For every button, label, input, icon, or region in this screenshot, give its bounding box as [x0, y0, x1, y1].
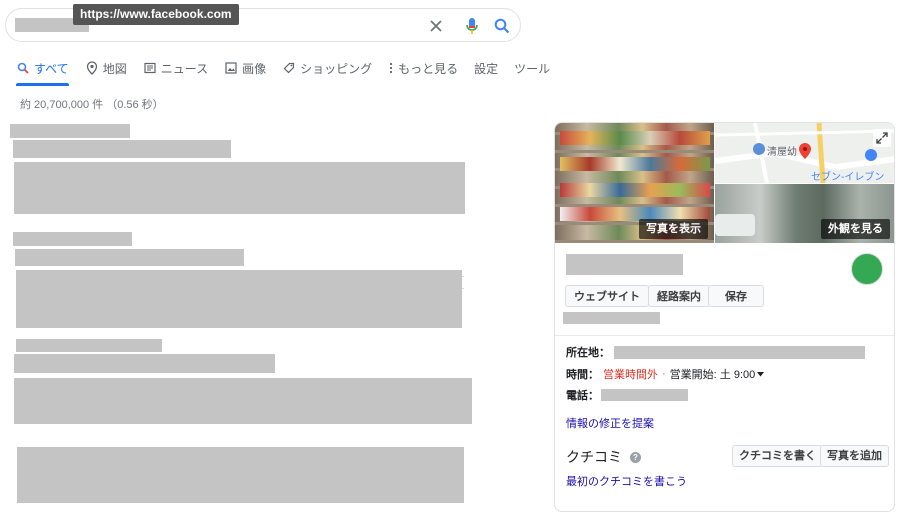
car-decoration — [715, 214, 755, 236]
hours-row: 時間： 営業時間外 · 営業開始: 土 9:00 — [566, 366, 765, 382]
hours-label: 時間： — [566, 369, 599, 381]
result-url-redacted — [10, 124, 130, 138]
category-redacted — [563, 312, 660, 324]
business-logo — [851, 253, 883, 285]
url-tooltip: https://www.facebook.com — [73, 4, 239, 25]
shelf-decoration — [560, 183, 710, 197]
business-name-redacted — [566, 254, 683, 275]
help-icon[interactable]: ? — [630, 451, 641, 463]
phone-label: 電話： — [566, 390, 599, 402]
result-title-redacted[interactable] — [13, 140, 231, 158]
reviews-title: クチコミ ? — [566, 447, 641, 467]
tab-label: ニュース — [160, 61, 209, 76]
store-exterior-photo[interactable]: 外観を見る — [715, 184, 894, 243]
expand-icon[interactable] — [873, 129, 891, 147]
tab-shopping[interactable]: ショッピング — [282, 60, 372, 77]
address-row: 所在地： — [566, 344, 865, 360]
result-snippet-redacted — [17, 447, 464, 503]
store-interior-photo[interactable]: 写真を表示 — [555, 123, 714, 243]
tab-all[interactable]: すべて — [16, 60, 69, 77]
tab-tools[interactable]: ツール — [514, 60, 550, 77]
map-pin-icon — [85, 61, 99, 75]
tab-label: すべて — [34, 61, 69, 76]
hours-separator: · — [662, 368, 666, 380]
tab-settings[interactable]: 設定 — [474, 60, 498, 77]
directions-button[interactable]: 経路案内 — [648, 285, 710, 307]
result-snippet-redacted — [14, 162, 465, 214]
snippet-overflow-dots: .. — [462, 272, 464, 291]
tab-more[interactable]: もっと見る — [388, 60, 458, 77]
caret-down-icon[interactable] — [757, 371, 765, 377]
address-value-redacted[interactable] — [614, 345, 865, 359]
image-icon — [224, 61, 238, 75]
news-icon — [143, 61, 157, 75]
hours-open-time[interactable]: 営業開始: 土 9:00 — [670, 366, 756, 382]
search-icon[interactable] — [492, 16, 512, 36]
tab-images[interactable]: 画像 — [224, 60, 266, 77]
suggest-edit-link[interactable]: 情報の修正を提案 — [566, 415, 654, 431]
view-exterior-label[interactable]: 外観を見る — [821, 219, 890, 239]
tab-news[interactable]: ニュース — [143, 60, 208, 77]
school-icon — [753, 143, 765, 155]
tab-label: もっと見る — [398, 61, 459, 76]
hours-status: 営業時間外 — [603, 369, 658, 381]
result-title-redacted[interactable] — [15, 249, 244, 266]
tab-label: 画像 — [242, 61, 267, 76]
search-tabs: すべて 地図 ニュース 画像 ショッピング もっと見る 設定 ツール — [16, 58, 566, 78]
tab-label: ツール — [514, 61, 551, 76]
result-url-redacted — [16, 339, 162, 352]
add-photo-button[interactable]: 写真を追加 — [820, 445, 889, 467]
map-place-label: 清屋幼 — [767, 147, 797, 158]
tab-label: 設定 — [474, 61, 499, 76]
results-stats: 約 20,700,000 件 （0.56 秒） — [20, 99, 164, 111]
tag-icon — [282, 61, 296, 75]
active-tab-indicator — [16, 83, 69, 86]
view-photos-label[interactable]: 写真を表示 — [639, 219, 708, 239]
address-label: 所在地： — [566, 347, 610, 359]
phone-value-redacted[interactable] — [601, 389, 688, 401]
search-icon — [16, 61, 30, 75]
result-url-redacted — [13, 232, 132, 246]
result-snippet-redacted — [14, 378, 472, 424]
shelf-decoration — [560, 157, 710, 171]
first-review-link[interactable]: 最初のクチコミを書こう — [566, 473, 687, 489]
write-review-button[interactable]: クチコミを書く — [732, 445, 823, 467]
reviews-title-text: クチコミ — [566, 449, 622, 465]
tab-maps[interactable]: 地図 — [85, 60, 127, 77]
more-vert-icon — [388, 61, 394, 75]
map-pin-icon — [799, 143, 811, 159]
kp-divider — [555, 335, 894, 336]
mini-map[interactable]: 清屋幼 セブン-イレブン — [715, 123, 894, 183]
close-icon[interactable] — [426, 16, 446, 36]
knowledge-panel: 写真を表示 清屋幼 セブン-イレブン 外観を見る ウェブサイト 経路案内 保存 — [554, 122, 895, 512]
phone-row: 電話： — [566, 387, 688, 403]
tab-label: ショッピング — [300, 61, 373, 76]
microphone-icon[interactable] — [462, 16, 482, 36]
save-button[interactable]: 保存 — [708, 285, 764, 307]
store-marker-icon — [865, 149, 877, 161]
map-place-label: セブン-イレブン — [811, 172, 885, 183]
result-snippet-redacted — [16, 270, 462, 328]
tab-label: 地図 — [102, 61, 127, 76]
result-title-redacted[interactable] — [14, 354, 275, 373]
website-button[interactable]: ウェブサイト — [565, 285, 649, 307]
shelf-decoration — [560, 131, 710, 145]
